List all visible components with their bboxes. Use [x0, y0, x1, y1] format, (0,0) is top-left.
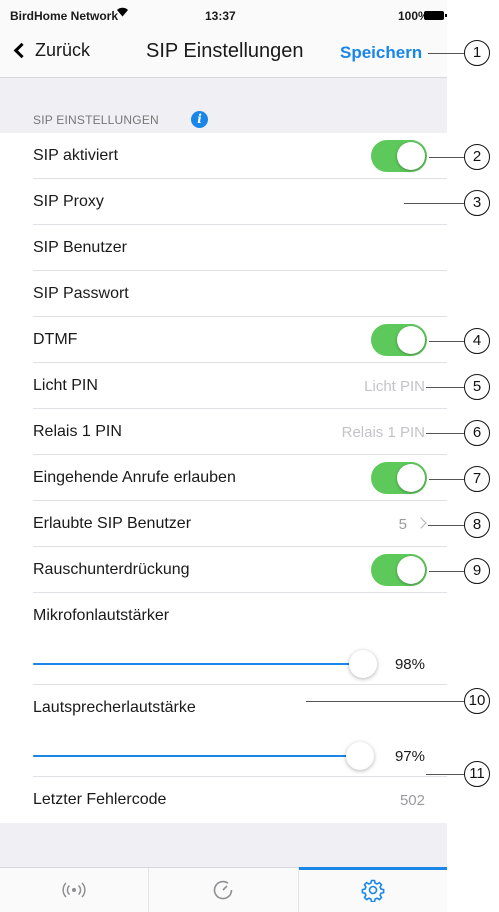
tab-history[interactable]: [148, 868, 297, 912]
chevron-left-icon: [13, 42, 30, 59]
row-sip-user[interactable]: SIP Benutzer: [0, 225, 447, 271]
clock-icon: [214, 880, 233, 900]
callout-3: 3: [464, 190, 490, 216]
row-dtmf: DTMF: [0, 317, 447, 363]
row-label: Relais 1 PIN: [33, 423, 122, 440]
mic-volume-value: 98%: [394, 656, 425, 673]
speaker-volume-slider[interactable]: [33, 741, 374, 771]
sip-enabled-toggle[interactable]: [371, 140, 427, 172]
callout-5: 5: [464, 374, 490, 400]
row-label: Letzter Fehlercode: [33, 791, 167, 808]
callout-leader: [429, 157, 464, 158]
callout-10: 10: [464, 688, 490, 714]
row-sip-enabled: SIP aktiviert: [0, 133, 447, 179]
noise-suppression-toggle[interactable]: [371, 554, 427, 586]
battery-icon: [424, 11, 447, 20]
clock-time: 13:37: [205, 9, 236, 23]
callout-leader: [404, 203, 464, 204]
row-label: Lautsprecherlautstärke: [33, 699, 196, 716]
row-speaker-volume: Lautsprecherlautstärke 97%: [0, 685, 447, 777]
row-label: Erlaubte SIP Benutzer: [33, 515, 192, 532]
slider-thumb[interactable]: [349, 650, 377, 678]
tab-settings[interactable]: [297, 867, 448, 912]
page-title: SIP Einstellungen: [146, 40, 304, 62]
row-allowed-sip-users[interactable]: Erlaubte SIP Benutzer 5: [0, 501, 447, 547]
wifi-icon: [116, 6, 129, 20]
tab-bar: [0, 867, 448, 912]
row-label: SIP Proxy: [33, 193, 104, 210]
row-incoming-calls: Eingehende Anrufe erlauben: [0, 455, 447, 501]
row-label: Mikrofonlautstärker: [33, 607, 170, 624]
toggle-knob: [397, 556, 425, 584]
callout-leader: [428, 525, 464, 526]
gear-icon: [361, 879, 385, 902]
callout-6: 6: [464, 420, 490, 446]
callout-4: 4: [464, 328, 490, 354]
callout-1: 1: [464, 40, 490, 66]
row-label: Rauschunterdrückung: [33, 561, 190, 578]
callout-2: 2: [464, 144, 490, 170]
slider-fill: [33, 663, 363, 665]
callout-leader: [426, 387, 464, 388]
allowed-users-count: 5: [398, 516, 407, 533]
speaker-volume-value: 97%: [394, 748, 425, 765]
toggle-knob: [397, 464, 425, 492]
callout-7: 7: [464, 466, 490, 492]
tab-broadcast[interactable]: [0, 868, 148, 912]
row-last-error-code: Letzter Fehlercode 502: [0, 777, 447, 823]
slider-thumb[interactable]: [346, 742, 374, 770]
section-header: SIP EINSTELLUNGEN i: [0, 78, 447, 133]
back-button-label: Zurück: [35, 40, 91, 60]
save-button[interactable]: Speichern: [340, 43, 422, 63]
chevron-right-icon: [415, 517, 427, 529]
relay-pin-field[interactable]: Relais 1 PIN: [342, 424, 425, 441]
callout-9: 9: [464, 558, 490, 584]
mic-volume-slider[interactable]: [33, 649, 377, 679]
info-icon[interactable]: i: [191, 111, 208, 128]
callout-leader: [429, 341, 464, 342]
row-label: SIP aktiviert: [33, 147, 119, 164]
settings-list: SIP aktiviert SIP Proxy SIP Benutzer SIP…: [0, 133, 447, 823]
row-label: Eingehende Anrufe erlauben: [33, 469, 236, 486]
section-title: SIP EINSTELLUNGEN: [33, 113, 159, 127]
status-bar: BirdHome Network 13:37 100%: [0, 0, 447, 28]
callout-leader: [426, 433, 464, 434]
toggle-knob: [397, 326, 425, 354]
row-label: Licht PIN: [33, 377, 98, 394]
row-label: SIP Benutzer: [33, 239, 127, 256]
carrier-name: BirdHome Network: [10, 9, 119, 23]
light-pin-field[interactable]: Licht PIN: [364, 378, 425, 395]
callout-leader: [429, 571, 464, 572]
row-relay-pin[interactable]: Relais 1 PIN Relais 1 PIN: [0, 409, 447, 455]
callout-8: 8: [464, 512, 490, 538]
callout-leader: [428, 53, 464, 54]
back-button[interactable]: Zurück: [12, 40, 90, 61]
incoming-calls-toggle[interactable]: [371, 462, 427, 494]
callout-leader: [429, 479, 464, 480]
callout-leader: [306, 701, 464, 702]
slider-fill: [33, 755, 360, 757]
row-sip-password[interactable]: SIP Passwort: [0, 271, 447, 317]
last-error-code-value: 502: [399, 792, 425, 809]
row-noise-suppression: Rauschunterdrückung: [0, 547, 447, 593]
row-light-pin[interactable]: Licht PIN Licht PIN: [0, 363, 447, 409]
callout-leader: [426, 774, 464, 775]
phone-screen: BirdHome Network 13:37 100% Zurück SIP E…: [0, 0, 448, 912]
callout-11: 11: [464, 761, 490, 787]
row-label: SIP Passwort: [33, 285, 129, 302]
row-mic-volume: Mikrofonlautstärker 98%: [0, 593, 447, 685]
navigation-bar: Zurück SIP Einstellungen Speichern: [0, 28, 447, 78]
dtmf-toggle[interactable]: [371, 324, 427, 356]
row-sip-proxy[interactable]: SIP Proxy: [0, 179, 447, 225]
toggle-knob: [397, 142, 425, 170]
row-label: DTMF: [33, 331, 78, 348]
broadcast-icon: [62, 882, 86, 898]
